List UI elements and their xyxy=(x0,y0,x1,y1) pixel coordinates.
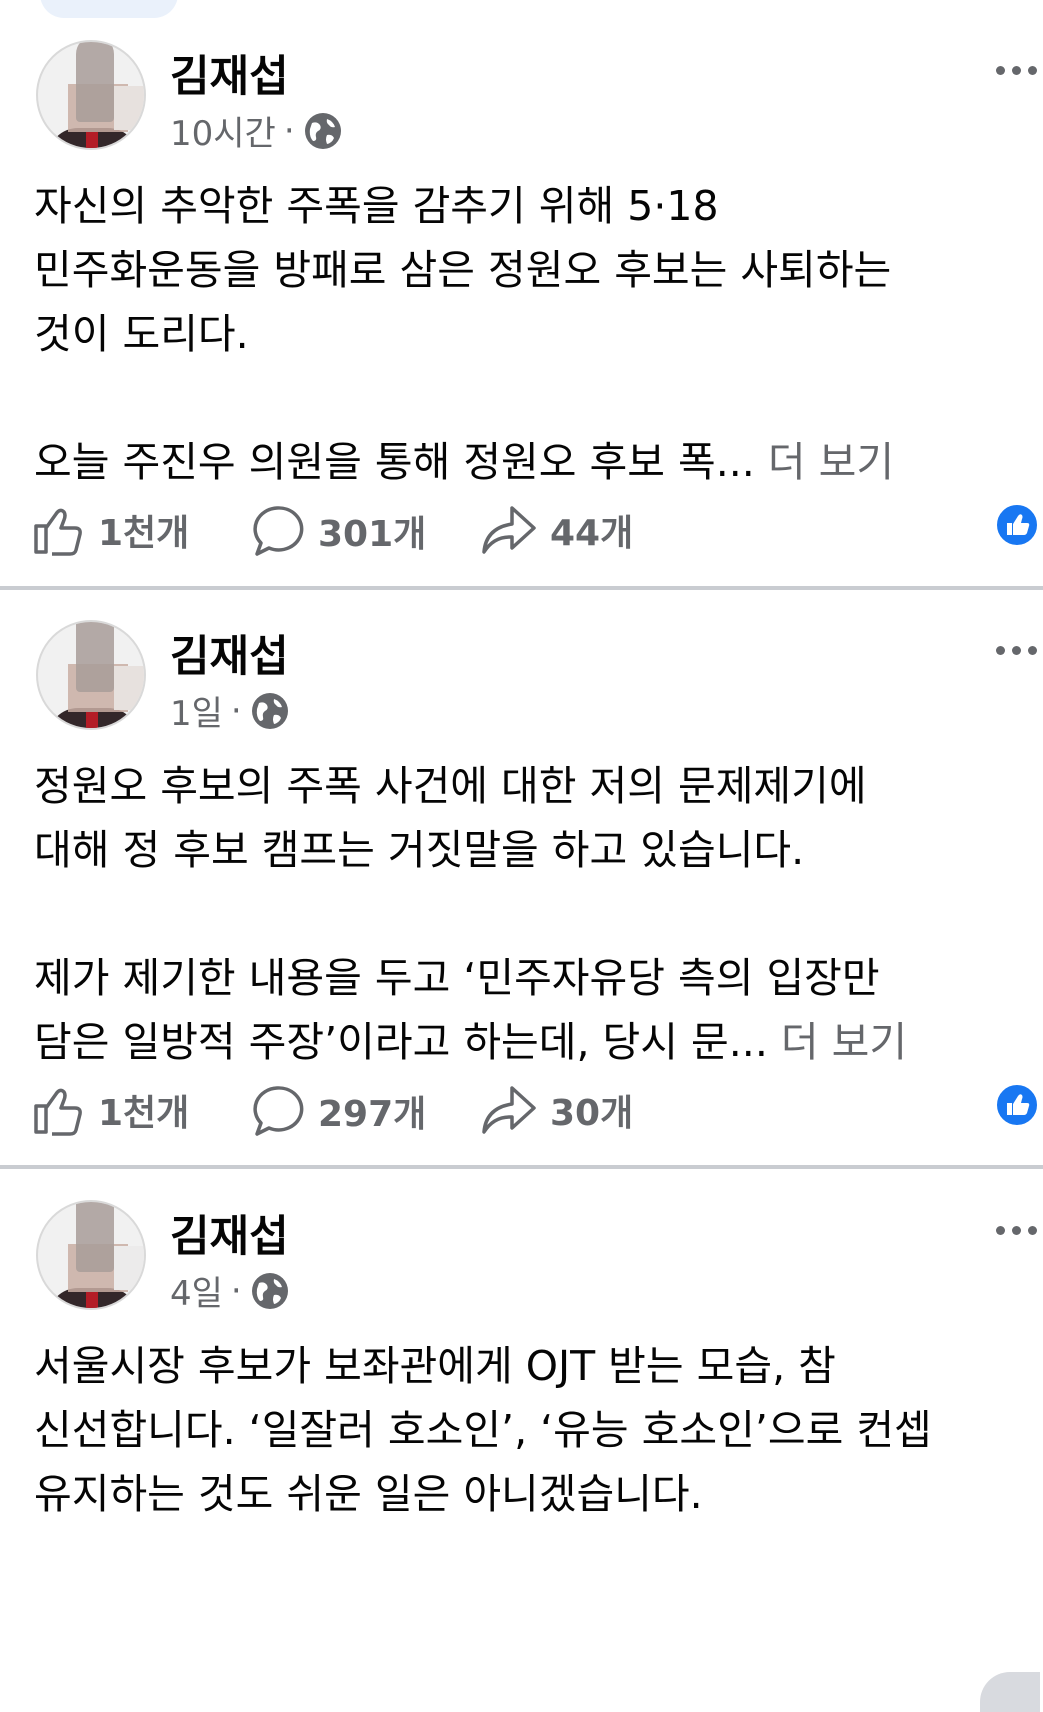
share-icon xyxy=(482,1086,536,1134)
action-bar: 1천개 301개 44개 xyxy=(0,498,1043,558)
meta-separator: · xyxy=(283,110,295,151)
post-divider xyxy=(0,1165,1043,1169)
comment-count: 301개 xyxy=(318,514,427,555)
post-body: 정원오 후보의 주폭 사건에 대한 저의 문제제기에대해 정 후보 캠프는 거짓… xyxy=(34,754,907,1074)
body-line: 유지하는 것도 쉬운 일은 아니겠습니다. xyxy=(34,1470,703,1518)
like-button[interactable]: 1천개 xyxy=(32,504,189,556)
meta-separator: · xyxy=(230,1270,242,1311)
comment-icon xyxy=(253,1086,304,1136)
author-name[interactable]: 김재섭 xyxy=(170,42,289,104)
globe-icon xyxy=(251,1272,288,1309)
body-line: 자신의 추악한 주폭을 감추기 위해 5·18 xyxy=(34,182,719,230)
body-line-text: 담은 일방적 주장’이라고 하는데, 당시 문... xyxy=(34,1018,781,1066)
more-options-icon[interactable] xyxy=(996,642,1043,658)
body-line: 정원오 후보의 주폭 사건에 대한 저의 문제제기에 xyxy=(34,762,867,810)
avatar[interactable] xyxy=(36,1200,146,1310)
post-time[interactable]: 10시간 xyxy=(170,106,276,155)
like-icon xyxy=(34,508,82,556)
like-button[interactable]: 1천개 xyxy=(32,1084,189,1136)
body-line: 신선합니다. ‘일잘러 호소인’, ‘유능 호소인’으로 컨셉 xyxy=(34,1406,932,1454)
share-count: 30개 xyxy=(550,1093,634,1134)
comment-count: 297개 xyxy=(318,1094,427,1135)
like-reaction-icon[interactable] xyxy=(994,1082,1040,1128)
post-meta: 1일 · xyxy=(170,686,290,735)
like-reaction-icon[interactable] xyxy=(994,502,1040,548)
post-time[interactable]: 4일 xyxy=(170,1266,223,1315)
body-line: 민주화운동을 방패로 삼은 정원오 후보는 사퇴하는 xyxy=(34,246,892,294)
post-time[interactable]: 1일 xyxy=(170,686,223,735)
avatar[interactable] xyxy=(36,40,146,150)
more-options-icon[interactable] xyxy=(996,1222,1043,1238)
more-options-icon[interactable] xyxy=(996,62,1043,78)
like-count: 1천개 xyxy=(98,1093,190,1134)
body-line: 서울시장 후보가 보좌관에게 OJT 받는 모습, 참 xyxy=(34,1342,836,1390)
globe-icon xyxy=(251,692,288,729)
author-name[interactable]: 김재섭 xyxy=(170,1202,289,1264)
body-line xyxy=(34,366,894,430)
post-divider xyxy=(0,586,1043,590)
globe-icon xyxy=(304,112,341,149)
body-line: 것이 도리다. xyxy=(34,310,249,358)
comment-button[interactable]: 301개 xyxy=(250,504,426,558)
see-more-link[interactable]: 더 보기 xyxy=(768,438,894,486)
post-meta: 10시간 · xyxy=(170,106,343,155)
meta-separator: · xyxy=(230,690,242,731)
share-button[interactable]: 44개 xyxy=(480,504,633,556)
like-count: 1천개 xyxy=(98,513,190,554)
top-pill xyxy=(40,0,178,18)
comment-icon xyxy=(253,506,304,556)
comment-button[interactable]: 297개 xyxy=(250,1084,426,1138)
body-line: 대해 정 후보 캠프는 거짓말을 하고 있습니다. xyxy=(34,826,805,874)
body-line-text: 오늘 주진우 의원을 통해 정원오 후보 폭... xyxy=(34,438,768,486)
author-name[interactable]: 김재섭 xyxy=(170,622,289,684)
see-more-link[interactable]: 더 보기 xyxy=(781,1018,907,1066)
share-icon xyxy=(482,506,536,554)
scroll-indicator xyxy=(980,1672,1040,1712)
avatar[interactable] xyxy=(36,620,146,730)
share-button[interactable]: 30개 xyxy=(480,1084,633,1136)
body-line: 오늘 주진우 의원을 통해 정원오 후보 폭... 더 보기 xyxy=(34,430,894,494)
post-meta: 4일 · xyxy=(170,1266,290,1315)
action-bar: 1천개 297개 30개 xyxy=(0,1078,1043,1138)
post-body: 서울시장 후보가 보좌관에게 OJT 받는 모습, 참신선합니다. ‘일잘러 호… xyxy=(34,1334,932,1526)
post-body: 자신의 추악한 주폭을 감추기 위해 5·18 민주화운동을 방패로 삼은 정원오… xyxy=(34,174,894,494)
like-icon xyxy=(34,1088,82,1136)
body-line xyxy=(34,882,907,946)
share-count: 44개 xyxy=(550,513,634,554)
body-line: 담은 일방적 주장’이라고 하는데, 당시 문... 더 보기 xyxy=(34,1010,907,1074)
body-line: 제가 제기한 내용을 두고 ‘민주자유당 측의 입장만 xyxy=(34,954,880,1002)
